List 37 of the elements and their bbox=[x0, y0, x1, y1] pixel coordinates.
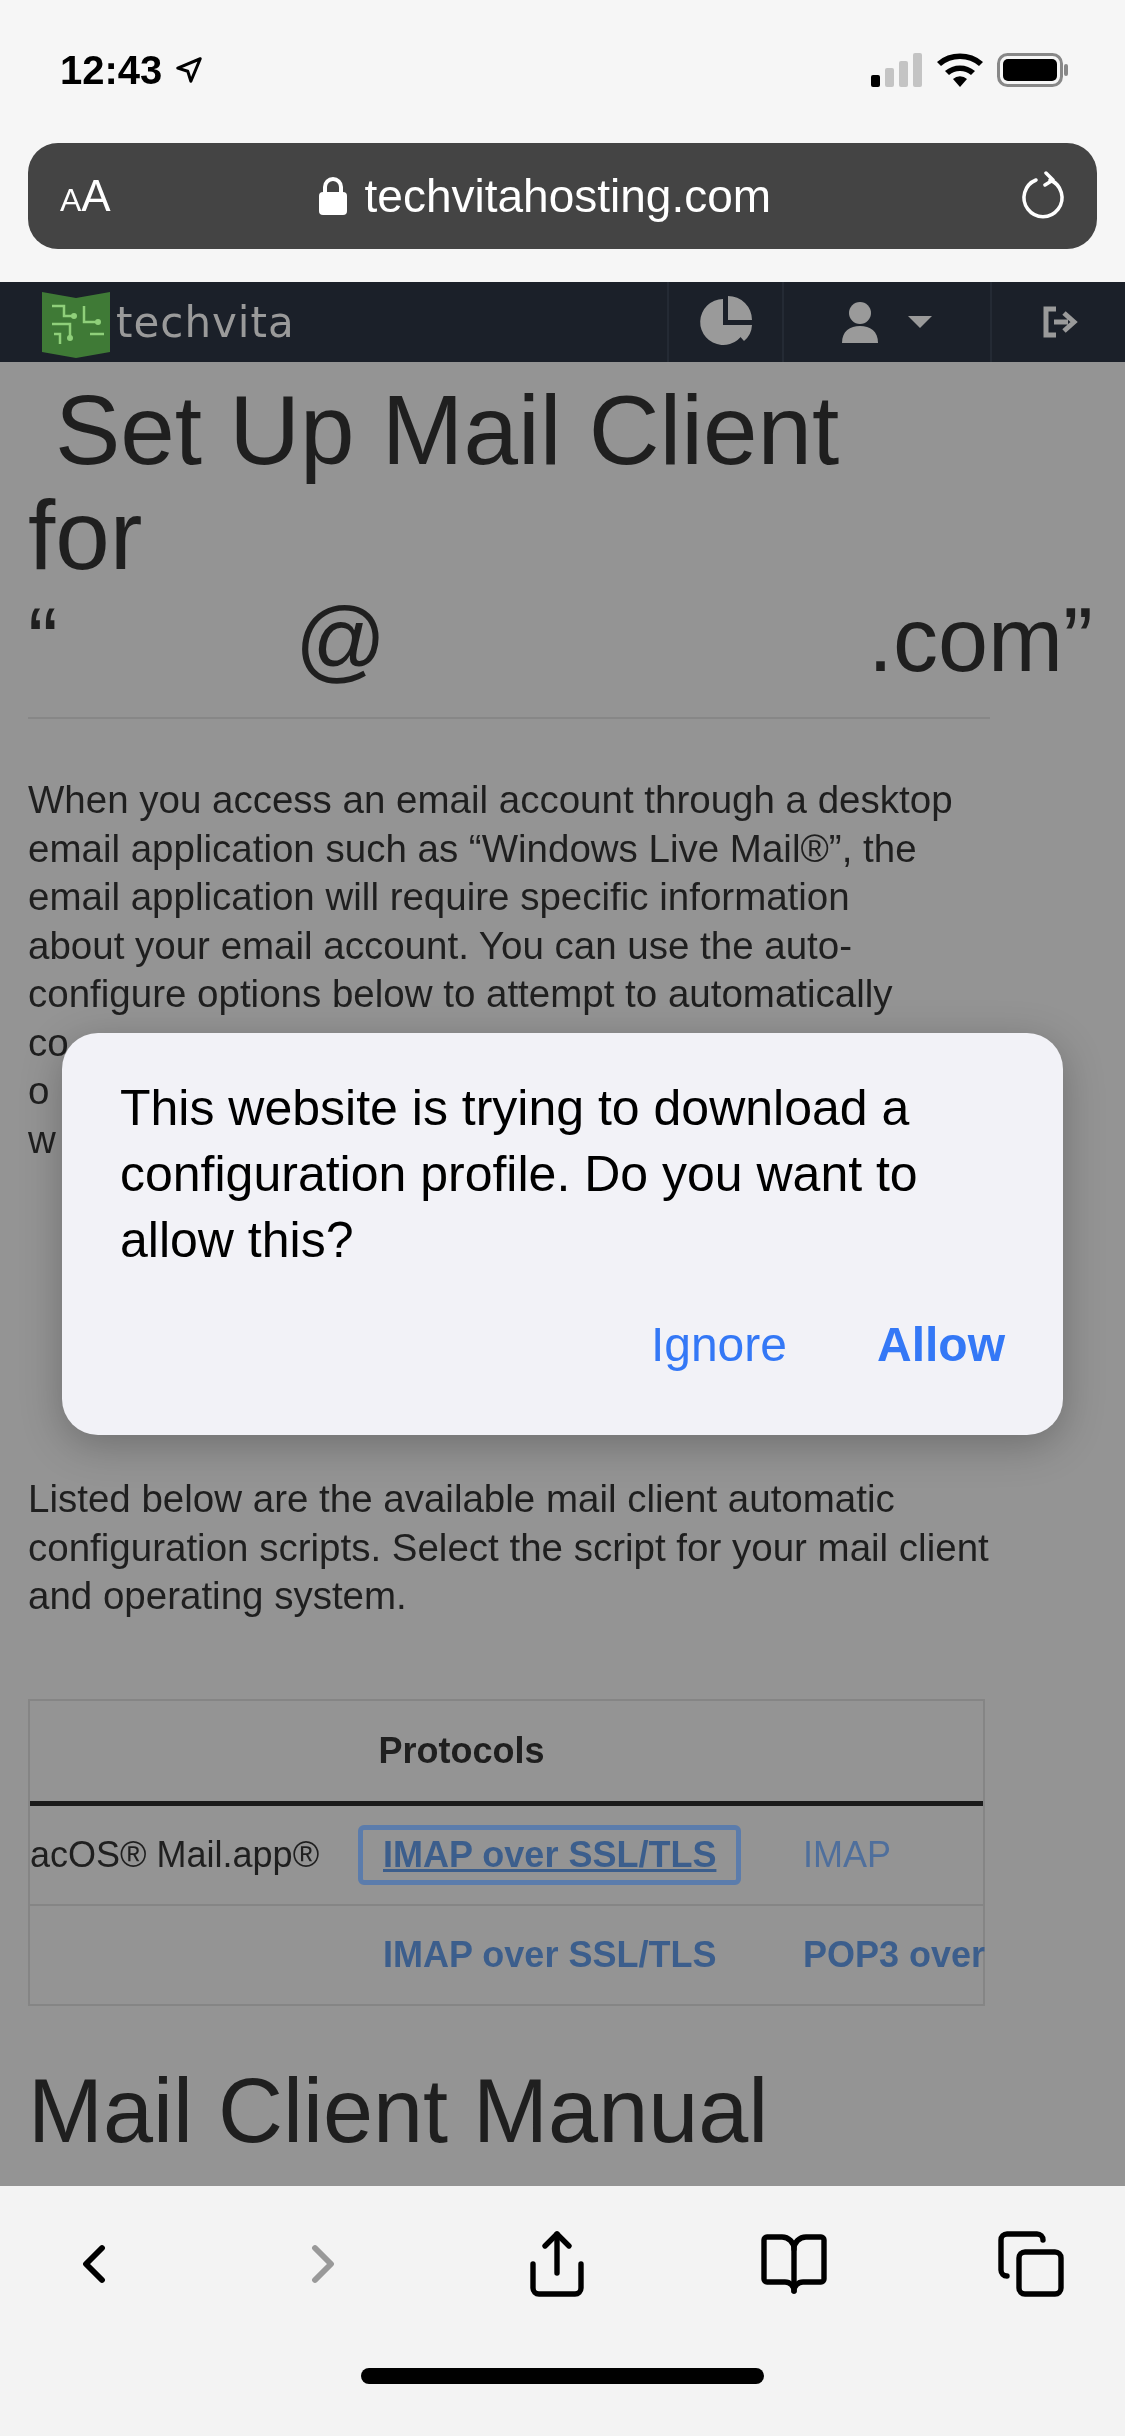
protocol-link[interactable]: IMAP over SSL/TLS bbox=[358, 1824, 742, 1885]
intro-text: about your email account. You can use the auto- bbox=[28, 922, 853, 969]
protocol-link[interactable]: POP3 over bbox=[778, 1924, 1011, 1985]
protocol-link[interactable]: IMAP over SSL/TLS bbox=[358, 1924, 742, 1985]
intro-text: email application will require specific information bbox=[28, 874, 850, 920]
text-size-button[interactable]: AA bbox=[60, 171, 111, 221]
intro-text: o bbox=[28, 1068, 50, 1114]
title-text: .com” bbox=[868, 589, 1094, 692]
logo-text: techvita bbox=[116, 297, 295, 347]
section-text: Listed below are the available mail client automatic configuration scripts. Select the script for your mail client and operating system. bbox=[28, 1476, 990, 1619]
table-header: Protocols bbox=[30, 1700, 983, 1806]
ignore-button[interactable]: Ignore bbox=[650, 1317, 787, 1372]
reload-button[interactable] bbox=[1019, 171, 1067, 221]
user-icon bbox=[842, 301, 878, 343]
tabs-button[interactable] bbox=[995, 2228, 1067, 2300]
intro-text: email application such as “Windows Live Mail®”, the bbox=[28, 825, 917, 872]
allow-button[interactable]: Allow bbox=[877, 1317, 1005, 1372]
page-title: Set Up Mail Client for bbox=[28, 374, 841, 588]
wifi-icon bbox=[937, 53, 983, 87]
location-arrow-icon bbox=[174, 55, 205, 85]
address-bar[interactable]: AA techvitahosting.com bbox=[28, 143, 1097, 249]
dialog-message: This website is trying to download a configuration profile. Do you want to allow this? bbox=[120, 1079, 919, 1270]
lock-icon bbox=[318, 177, 347, 215]
caret-icon bbox=[908, 316, 932, 328]
signal-icon bbox=[871, 53, 923, 87]
table-cell-text: acOS® Mail.app® bbox=[30, 1833, 321, 1876]
battery-icon bbox=[997, 53, 1069, 87]
intro-text: w bbox=[28, 1116, 56, 1163]
url-text: techvitahosting.com bbox=[364, 169, 772, 223]
title-text: @ bbox=[295, 589, 388, 692]
intro-text: co bbox=[28, 1019, 69, 1066]
intro-text: configure options below to attempt to automatically bbox=[28, 971, 893, 1017]
intro-text: When you access an email account through a desktop bbox=[28, 777, 953, 823]
section-title: Mail Client Manual bbox=[28, 2060, 770, 2161]
clock-time: 12:43 bbox=[60, 47, 163, 93]
tabs-icon bbox=[995, 2228, 1067, 2300]
title-text: “ bbox=[28, 589, 59, 692]
